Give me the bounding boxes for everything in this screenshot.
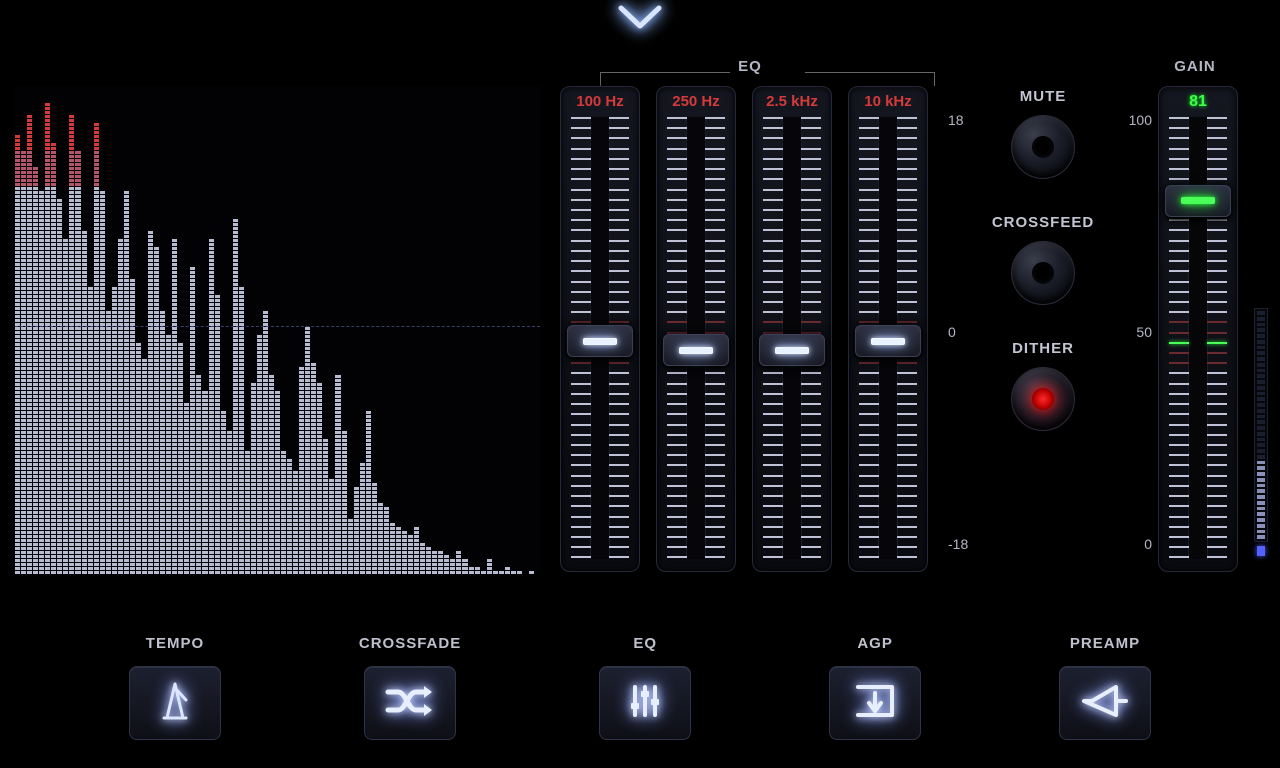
bottom-toolbar: TEMPO CROSSFADE EQ AGP PREAMP [0,635,1280,740]
output-meter [1254,308,1268,542]
gain-slider[interactable]: 81 [1158,86,1238,572]
eq-sliders: 100 Hz 250 Hz 2.5 kHz 10 kHz [560,86,928,572]
eq-scale: 18 0 -18 [948,112,988,552]
gain-label: GAIN [1174,58,1216,75]
bottom-sliders-label: EQ [633,635,657,652]
gain-value: 81 [1167,93,1229,111]
chevron-down-icon [617,4,663,34]
bottom-shuffle-label: CROSSFADE [359,635,461,652]
spectrum-analyzer [15,86,540,574]
eq-slider-3[interactable]: 10 kHz [848,86,928,572]
shuffle-icon [384,681,436,726]
crossfeed-group: CROSSFEED [992,214,1094,305]
bottom-gate-group: AGP [829,635,921,740]
eq-scale-top: 18 [948,112,988,128]
gain-slider-wrap: 81 [1158,86,1238,572]
bottom-sliders-group: EQ [599,635,691,740]
gain-scale-bottom: 0 [1112,536,1152,552]
eq-scale-mid: 0 [948,324,988,340]
collapse-toggle[interactable] [610,0,670,38]
gain-scale: 100 50 0 [1112,112,1152,552]
dither-knob[interactable] [1011,367,1075,431]
eq-slider-freq: 10 kHz [857,93,919,110]
shuffle-button[interactable] [364,666,456,740]
mute-knob[interactable] [1011,115,1075,179]
gain-scale-mid: 50 [1112,324,1152,340]
gain-section-header: GAIN [1135,58,1255,76]
metronome-icon [152,678,198,729]
bottom-gate-label: AGP [857,635,893,652]
amp-button[interactable] [1059,666,1151,740]
metronome-button[interactable] [129,666,221,740]
eq-slider-2[interactable]: 2.5 kHz [752,86,832,572]
mute-label: MUTE [1011,88,1075,105]
gain-scale-top: 100 [1112,112,1152,128]
mute-group: MUTE [1011,88,1075,179]
eq-label: EQ [738,58,762,75]
dither-group: DITHER [1011,340,1075,431]
eq-scale-bottom: -18 [948,536,988,552]
eq-slider-freq: 100 Hz [569,93,631,110]
bottom-amp-label: PREAMP [1070,635,1140,652]
bottom-amp-group: PREAMP [1059,635,1151,740]
bottom-shuffle-group: CROSSFADE [359,635,461,740]
dither-label: DITHER [1011,340,1075,357]
sliders-button[interactable] [599,666,691,740]
bottom-metronome-label: TEMPO [146,635,204,652]
sliders-icon [623,679,667,728]
gate-button[interactable] [829,666,921,740]
eq-section-header: EQ [560,58,940,76]
gate-icon [852,679,898,728]
crossfeed-label: CROSSFEED [992,214,1094,231]
amp-icon [1080,681,1130,726]
eq-slider-0[interactable]: 100 Hz [560,86,640,572]
bottom-metronome-group: TEMPO [129,635,221,740]
eq-slider-freq: 250 Hz [665,93,727,110]
eq-slider-1[interactable]: 250 Hz [656,86,736,572]
knob-column: MUTE CROSSFEED DITHER [988,88,1098,431]
crossfeed-knob[interactable] [1011,241,1075,305]
eq-slider-freq: 2.5 kHz [761,93,823,110]
